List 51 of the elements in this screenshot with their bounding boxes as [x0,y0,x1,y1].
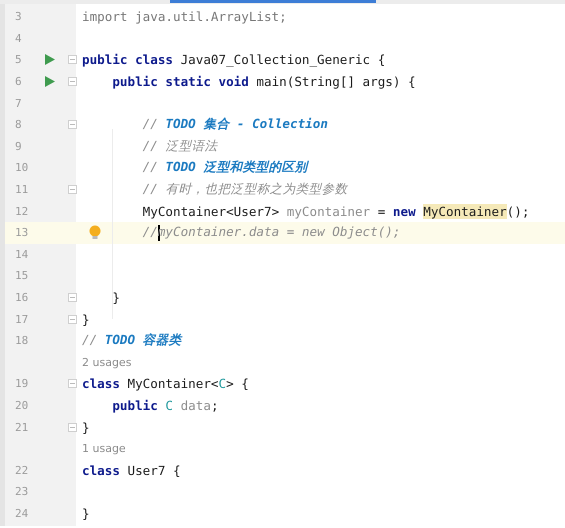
fold-icon[interactable] [68,422,77,432]
fold-icon[interactable] [68,120,77,130]
line-number: 12 [14,204,30,218]
code-line: } [112,290,120,306]
code-line: // TODO 容器类 [82,332,182,350]
code-line: MyContainer<User7> myContainer = new MyContainer(); [142,204,530,219]
fold-icon[interactable] [68,293,77,302]
code-line: // TODO 泛型和类型的区别 [142,159,308,176]
line-number: 18 [14,334,30,348]
line-number: 15 [14,269,30,282]
line-number: 5 [14,53,23,66]
code-line: import java.util.ArrayList; [82,9,287,24]
line-number: 4 [14,32,23,45]
run-icon[interactable] [45,54,55,66]
line-number: 8 [14,118,23,132]
line-number: 20 [14,398,30,412]
code-line: public class Java07_Collection_Generic { [82,52,386,68]
line-number: 23 [14,485,30,498]
line-number: 14 [14,248,30,261]
line-number: 16 [14,291,30,304]
run-icon[interactable] [45,76,55,88]
line-number: 13 [14,226,30,240]
fold-icon[interactable] [68,185,77,194]
code-line: class MyContainer<C> { [82,376,249,392]
code-line: // 泛型语法 [142,138,218,155]
line-number: 11 [14,183,30,196]
lightbulb-icon[interactable] [89,225,101,240]
usages-hint[interactable]: 1 usage [82,442,126,456]
fold-icon[interactable] [68,379,77,388]
code-line: public C data; [112,398,219,413]
line-number: 6 [14,75,23,88]
code-line: } [82,506,90,521]
code-line: } [82,312,90,327]
line-number: 17 [14,312,30,326]
line-number: 22 [14,464,30,477]
line-number: 10 [14,161,30,174]
code-line: public static void main(String[] args) { [112,74,416,90]
code-line: // 有时，也把泛型称之为类型参数 [142,181,348,198]
fold-icon[interactable] [68,77,77,86]
line-number: 21 [14,420,30,434]
fold-icon[interactable] [68,314,77,324]
usages-hint[interactable]: 2 usages [82,356,132,369]
fold-icon[interactable] [68,55,77,64]
line-number: 9 [14,140,23,153]
line-number: 19 [14,377,30,390]
line-number: 24 [14,506,30,520]
code-line: class User7 { [82,462,181,478]
line-number: 3 [14,10,23,24]
code-line: } [82,420,90,435]
line-number: 7 [14,96,23,110]
code-line: // TODO 集合 - Collection [142,116,328,134]
